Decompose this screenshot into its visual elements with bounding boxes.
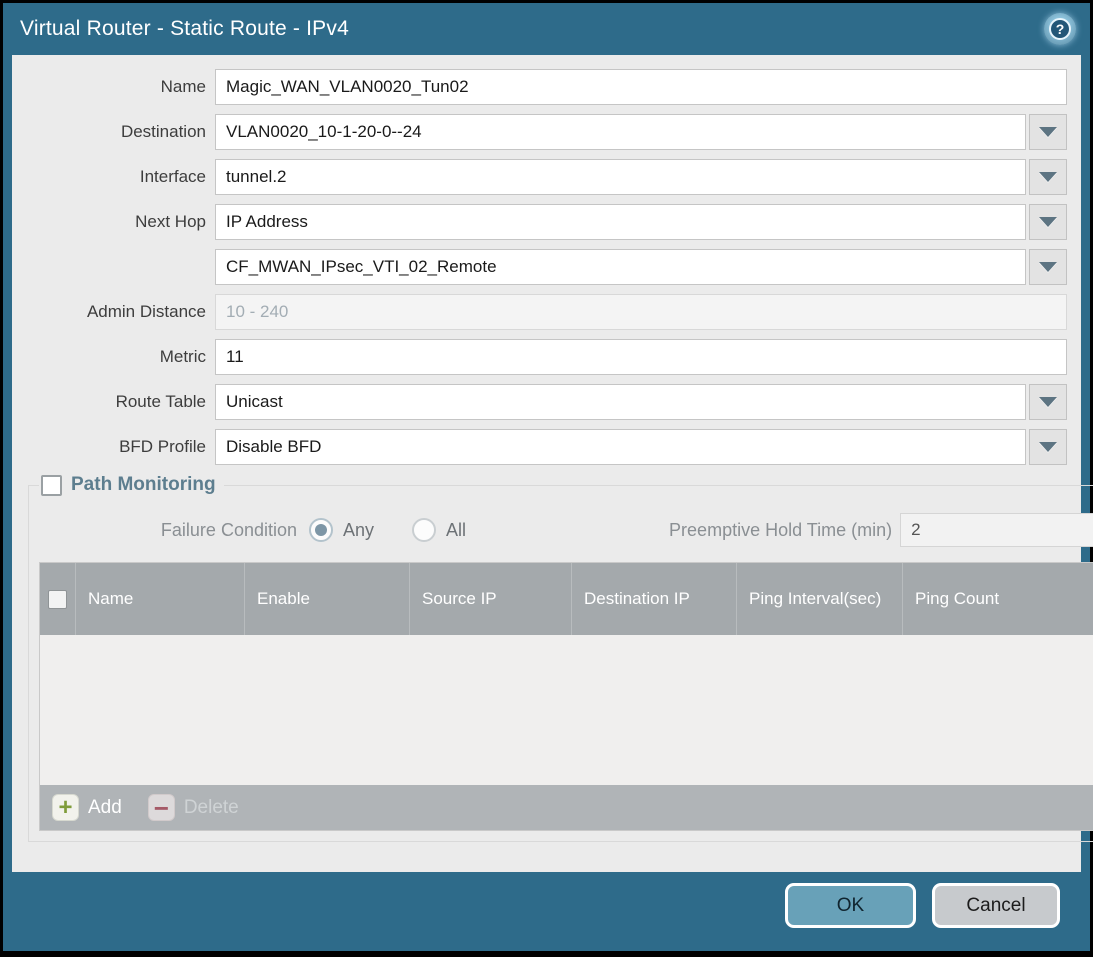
chevron-down-icon [1039, 262, 1057, 272]
cancel-button[interactable]: Cancel [932, 883, 1060, 928]
content-panel: Name Destination Interface [12, 55, 1081, 872]
titlebar: Virtual Router - Static Route - IPv4 ? [3, 3, 1090, 55]
column-header-ping-interval: Ping Interval(sec) [736, 563, 902, 635]
destination-dropdown-button[interactable] [1029, 114, 1067, 150]
chevron-down-icon [1039, 172, 1057, 182]
route-table-label: Route Table [26, 392, 215, 412]
delete-button[interactable]: − Delete [148, 794, 239, 821]
failure-condition-label: Failure Condition [39, 520, 309, 541]
radio-all-label: All [446, 520, 466, 541]
plus-icon: + [52, 794, 79, 821]
form-row-admin-distance: Admin Distance [26, 294, 1067, 330]
preemptive-hold-time-input[interactable] [900, 513, 1093, 547]
path-monitoring-fieldset: Path Monitoring Failure Condition Any Al… [28, 474, 1093, 842]
dialog-footer: OK Cancel [785, 883, 1060, 928]
path-monitoring-checkbox[interactable] [41, 475, 62, 496]
bfd-profile-input[interactable] [215, 429, 1026, 465]
column-header-source-ip: Source IP [409, 563, 571, 635]
next-hop-address-dropdown-button[interactable] [1029, 249, 1067, 285]
static-route-dialog: Virtual Router - Static Route - IPv4 ? N… [3, 3, 1090, 951]
chevron-down-icon [1039, 397, 1057, 407]
path-monitoring-legend: Path Monitoring [39, 474, 224, 496]
path-monitoring-title: Path Monitoring [71, 474, 216, 496]
help-icon[interactable]: ? [1044, 13, 1076, 45]
form-row-destination: Destination [26, 114, 1067, 150]
form-row-metric: Metric [26, 339, 1067, 375]
interface-dropdown-button[interactable] [1029, 159, 1067, 195]
metric-input[interactable] [215, 339, 1067, 375]
ok-button[interactable]: OK [785, 883, 916, 928]
form-row-name: Name [26, 69, 1067, 105]
name-label: Name [26, 77, 215, 97]
form-row-bfd-profile: BFD Profile [26, 429, 1067, 465]
minus-icon: − [148, 794, 175, 821]
table-header-checkbox-cell [40, 563, 75, 635]
chevron-down-icon [1039, 127, 1057, 137]
next-hop-address-input[interactable] [215, 249, 1026, 285]
add-button-label: Add [88, 797, 122, 819]
radio-any[interactable]: Any [309, 518, 374, 542]
name-input[interactable] [215, 69, 1067, 105]
radio-any-circle [309, 518, 333, 542]
bfd-profile-label: BFD Profile [26, 437, 215, 457]
route-table-input[interactable] [215, 384, 1026, 420]
metric-label: Metric [26, 347, 215, 367]
next-hop-label: Next Hop [26, 212, 215, 232]
column-header-enable: Enable [244, 563, 409, 635]
interface-label: Interface [26, 167, 215, 187]
select-all-checkbox[interactable] [48, 590, 67, 609]
add-button[interactable]: + Add [52, 794, 122, 821]
path-monitoring-table: Name Enable Source IP Destination IP Pin… [39, 562, 1093, 831]
delete-button-label: Delete [184, 797, 239, 819]
path-monitoring-controls: Failure Condition Any All Preemptive Hol… [39, 510, 1093, 550]
column-header-destination-ip: Destination IP [571, 563, 736, 635]
admin-distance-label: Admin Distance [26, 302, 215, 322]
radio-all[interactable]: All [412, 518, 466, 542]
bfd-profile-dropdown-button[interactable] [1029, 429, 1067, 465]
destination-input[interactable] [215, 114, 1026, 150]
destination-label: Destination [26, 122, 215, 142]
preemptive-hold-time-label: Preemptive Hold Time (min) [669, 520, 892, 541]
failure-condition-radio-group: Any All [309, 518, 504, 542]
route-table-dropdown-button[interactable] [1029, 384, 1067, 420]
table-header: Name Enable Source IP Destination IP Pin… [40, 563, 1093, 635]
form-row-next-hop: Next Hop [26, 204, 1067, 240]
form-row-interface: Interface [26, 159, 1067, 195]
table-body-empty [40, 635, 1093, 785]
admin-distance-input[interactable] [215, 294, 1067, 330]
column-header-ping-count: Ping Count [902, 563, 1093, 635]
chevron-down-icon [1039, 217, 1057, 227]
radio-any-label: Any [343, 520, 374, 541]
next-hop-type-dropdown-button[interactable] [1029, 204, 1067, 240]
form-row-next-hop-address [26, 249, 1067, 285]
dialog-title: Virtual Router - Static Route - IPv4 [20, 17, 349, 41]
form-row-route-table: Route Table [26, 384, 1067, 420]
radio-all-circle [412, 518, 436, 542]
table-toolbar: + Add − Delete [40, 785, 1093, 830]
next-hop-type-input[interactable] [215, 204, 1026, 240]
column-header-name: Name [75, 563, 244, 635]
chevron-down-icon [1039, 442, 1057, 452]
interface-input[interactable] [215, 159, 1026, 195]
help-icon-glyph: ? [1049, 18, 1071, 40]
